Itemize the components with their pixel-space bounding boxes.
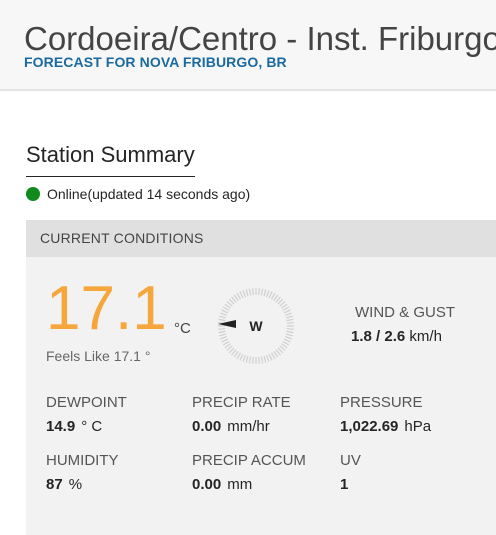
current-conditions-header: CURRENT CONDITIONS (26, 220, 496, 257)
wind-separator: / (371, 328, 385, 345)
uv-number: 1 (340, 476, 349, 493)
pressure-unit: hPa (404, 418, 432, 435)
station-status: Online(updated 14 seconds ago) (26, 186, 250, 202)
pressure-label: PRESSURE (340, 394, 423, 411)
precip-accum-value: 0.00 mm (192, 476, 252, 493)
uv-label: UV (340, 452, 361, 469)
temperature-value: 17.1 (46, 274, 167, 343)
status-text: Online(updated 14 seconds ago) (47, 186, 251, 202)
dewpoint-value: 14.9 ° C (46, 418, 102, 435)
station-name: Cordoeira/Centro - Inst. Friburgo (24, 20, 496, 58)
humidity-number: 87 (46, 476, 63, 493)
humidity-unit: % (68, 476, 83, 493)
dewpoint-label: DEWPOINT (46, 394, 127, 411)
dewpoint-unit: ° C (81, 418, 103, 435)
precip-rate-label: PRECIP RATE (192, 394, 291, 411)
precip-rate-number: 0.00 (192, 418, 222, 435)
precip-rate-value: 0.00 mm/hr (192, 418, 270, 435)
feels-like: Feels Like 17.1 ° (46, 348, 151, 364)
station-summary-title: Station Summary (26, 142, 195, 177)
precip-accum-label: PRECIP ACCUM (192, 452, 306, 469)
humidity-label: HUMIDITY (46, 452, 119, 469)
precip-accum-unit: mm (227, 476, 253, 493)
humidity-value: 87% (46, 476, 82, 493)
wind-gust-value: 1.8 / 2.6 km/h (351, 328, 442, 345)
wind-gust: 2.6 (384, 328, 406, 345)
wind-compass-icon: W (218, 288, 294, 364)
wind-gust-label: WIND & GUST (355, 304, 455, 321)
pressure-value: 1,022.69 hPa (340, 418, 431, 435)
wind-unit: km/h (405, 328, 442, 345)
page-header: Cordoeira/Centro - Inst. Friburgo FORECA… (0, 0, 496, 91)
wind-direction: W (249, 318, 263, 334)
current-conditions-title: CURRENT CONDITIONS (40, 230, 204, 246)
pressure-number: 1,022.69 (340, 418, 399, 435)
wind-arrow-icon (218, 320, 236, 328)
forecast-link[interactable]: FORECAST FOR NOVA FRIBURGO, BR (24, 54, 287, 70)
temperature-unit: °C (174, 320, 191, 337)
dewpoint-number: 14.9 (46, 418, 76, 435)
uv-value: 1 (340, 476, 354, 493)
wind-speed: 1.8 (351, 328, 372, 345)
current-conditions-panel: CURRENT CONDITIONS 17.1 °C Feels Like 17… (26, 220, 496, 535)
precip-rate-unit: mm/hr (227, 418, 270, 435)
precip-accum-number: 0.00 (192, 476, 222, 493)
online-status-icon (26, 187, 40, 201)
